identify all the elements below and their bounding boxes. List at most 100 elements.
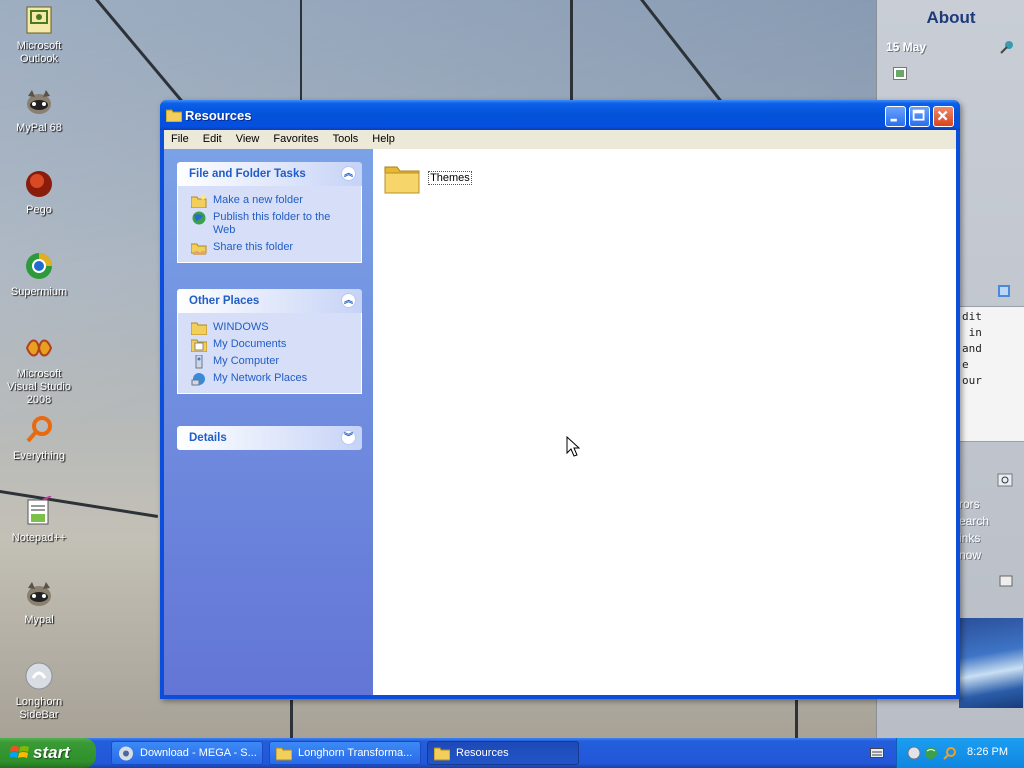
desktop-icon-label: Pego: [26, 204, 52, 216]
panel-body: WINDOWS My Documents My Computer My Netw…: [177, 313, 362, 394]
start-label: start: [33, 743, 70, 762]
notes-gadget[interactable]: dit in and e our: [959, 306, 1024, 442]
file-folder-tasks-panel: File and Folder Tasks ︽ Make a new folde…: [177, 162, 362, 263]
desktop-icon-longhorn-sidebar[interactable]: Longhorn SideBar: [4, 660, 74, 722]
picture-icon[interactable]: [893, 67, 907, 80]
sidebar-link[interactable]: inks: [959, 530, 989, 547]
keyboard-icon[interactable]: [870, 748, 884, 758]
desktop-icon-label: Everything: [13, 450, 65, 462]
my-documents-icon: [191, 339, 207, 352]
details-panel: Details ︾: [177, 426, 362, 450]
panel-title: Other Places: [189, 295, 260, 307]
maximize-button[interactable]: [909, 106, 930, 127]
file-folder-tasks-header[interactable]: File and Folder Tasks ︽: [177, 162, 362, 186]
wallpaper-line: [795, 700, 798, 738]
task-label: Resources: [456, 747, 509, 759]
desktop-icon-mypal[interactable]: Mypal: [4, 578, 74, 627]
task-publish-folder[interactable]: Publish this folder to the Web: [178, 209, 361, 239]
taskbar-button-mega[interactable]: Download - MEGA - S...: [111, 741, 263, 765]
network-tray-icon[interactable]: [924, 746, 938, 760]
sidebar-link[interactable]: earch: [959, 513, 989, 530]
desktop-icon-outlook[interactable]: Microsoft Outlook: [4, 4, 74, 66]
search-tray-icon[interactable]: [943, 746, 957, 760]
folder-icon: [166, 109, 182, 122]
folder-icon: [191, 322, 207, 335]
folder-icon: [434, 747, 450, 761]
place-label: WINDOWS: [213, 321, 269, 333]
new-folder-icon: [191, 194, 207, 208]
collapse-icon[interactable]: ︽: [341, 293, 356, 308]
place-windows[interactable]: WINDOWS: [178, 319, 361, 336]
desktop-icon-visual-studio[interactable]: Microsoft Visual Studio 2008: [4, 332, 74, 407]
pin-icon[interactable]: [999, 40, 1015, 54]
slideshow-gadget-icon[interactable]: [999, 575, 1013, 587]
maximize-icon: [912, 109, 925, 121]
task-share-folder[interactable]: Share this folder: [178, 239, 361, 256]
outlook-icon: [23, 4, 55, 36]
visual-studio-icon: [23, 332, 55, 364]
my-computer-icon: [195, 355, 203, 369]
expand-icon[interactable]: ︾: [341, 430, 356, 445]
sidebar-links: rors earch inks now: [959, 496, 989, 564]
clock[interactable]: 8:26 PM: [967, 746, 1008, 758]
slideshow-photo[interactable]: [959, 618, 1023, 708]
panel-title: File and Folder Tasks: [189, 168, 306, 180]
desktop-icon-mypal68[interactable]: MyPal 68: [4, 86, 74, 135]
desktop-icon-label: Mypal: [24, 614, 54, 626]
menu-view[interactable]: View: [229, 130, 267, 145]
other-places-panel: Other Places ︽ WINDOWS My Documents My C…: [177, 289, 362, 394]
task-make-new-folder[interactable]: Make a new folder: [178, 192, 361, 209]
wallpaper-line: [570, 0, 573, 105]
panel-body: Make a new folder Publish this folder to…: [177, 186, 362, 263]
everything-icon: [23, 414, 55, 446]
menu-tools[interactable]: Tools: [326, 130, 366, 145]
desktop-icon-everything[interactable]: Everything: [4, 414, 74, 463]
details-header[interactable]: Details ︾: [177, 426, 362, 450]
system-tray: 8:26 PM: [896, 738, 1024, 768]
title-bar[interactable]: Resources: [160, 100, 960, 130]
menu-edit[interactable]: Edit: [196, 130, 229, 145]
menu-bar: File Edit View Favorites Tools Help: [164, 130, 956, 150]
task-label: Publish this folder to the Web: [213, 211, 331, 236]
folder-icon: [384, 166, 420, 194]
sidebar-title: About: [926, 8, 976, 27]
notepadpp-icon: [23, 495, 55, 528]
desktop-icon-label: Notepad++: [11, 532, 67, 544]
desktop-icon-pego[interactable]: Pego: [4, 168, 74, 217]
menu-favorites[interactable]: Favorites: [266, 130, 325, 145]
browser-icon: [119, 746, 133, 761]
file-list-area[interactable]: Themes: [373, 149, 956, 695]
minimize-button[interactable]: [885, 106, 906, 127]
other-places-header[interactable]: Other Places ︽: [177, 289, 362, 313]
start-button[interactable]: start: [0, 738, 96, 768]
wallpaper-line: [290, 700, 293, 738]
taskbar-button-resources[interactable]: Resources: [427, 741, 579, 765]
place-my-network-places[interactable]: My Network Places: [178, 370, 361, 387]
desktop-icon-label: MyPal 68: [16, 122, 62, 134]
search-gadget-icon[interactable]: [997, 473, 1013, 487]
tray-app-icon[interactable]: [907, 746, 921, 760]
sidebar-icon: [23, 660, 55, 692]
sidebar-link[interactable]: now: [959, 547, 989, 564]
desktop-icon-notepadpp[interactable]: Notepad++: [4, 495, 74, 545]
taskbar-button-longhorn[interactable]: Longhorn Transforma...: [269, 741, 421, 765]
place-my-documents[interactable]: My Documents: [178, 336, 361, 353]
place-my-computer[interactable]: My Computer: [178, 353, 361, 370]
minimize-icon: [890, 118, 897, 122]
collapse-icon[interactable]: ︽: [341, 166, 356, 181]
close-button[interactable]: [933, 106, 954, 127]
place-label: My Network Places: [213, 372, 308, 384]
menu-help[interactable]: Help: [365, 130, 402, 145]
folder-icon: [276, 747, 292, 761]
notes-gadget-icon[interactable]: [997, 284, 1011, 298]
task-pane: File and Folder Tasks ︽ Make a new folde…: [164, 149, 373, 695]
network-places-icon: [191, 373, 205, 386]
window-title: Resources: [185, 108, 252, 123]
task-label: Make a new folder: [213, 194, 303, 206]
folder-themes[interactable]: Themes: [383, 159, 472, 197]
task-label: Share this folder: [213, 241, 294, 253]
sidebar-link[interactable]: rors: [959, 496, 989, 513]
desktop-icon-supermium[interactable]: Supermium: [4, 250, 74, 299]
menu-file[interactable]: File: [164, 130, 196, 145]
share-folder-icon: [191, 243, 207, 255]
